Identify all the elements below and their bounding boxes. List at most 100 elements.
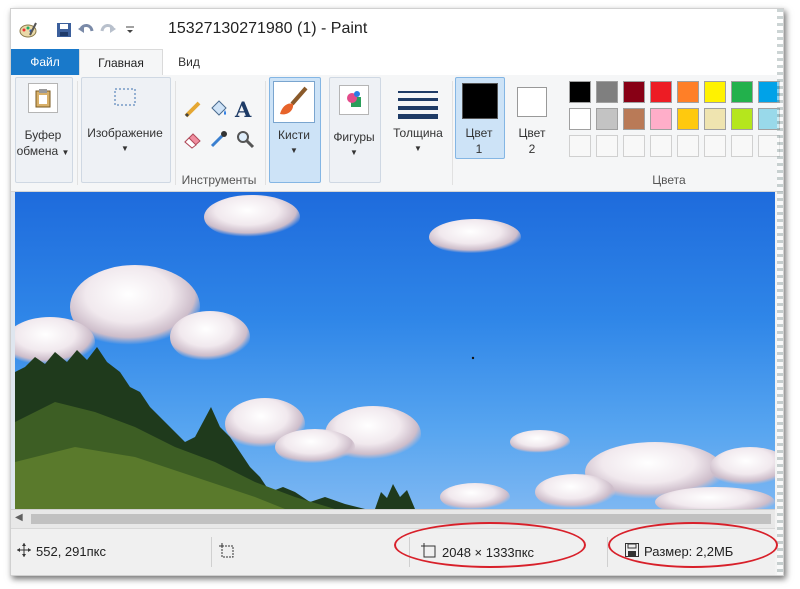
color2-label: Цвет 2 bbox=[509, 125, 555, 157]
quick-access-toolbar bbox=[17, 19, 141, 41]
size-button[interactable]: Толщина ▼ bbox=[385, 89, 451, 157]
canvas-image[interactable] bbox=[15, 192, 775, 509]
color2-label-2: 2 bbox=[528, 142, 536, 156]
tab-home[interactable]: Главная bbox=[79, 49, 163, 77]
selection-size-icon bbox=[219, 543, 235, 562]
color2-group: Цвет 2 bbox=[509, 75, 557, 191]
line-thickness-icon bbox=[398, 89, 438, 119]
landscape-image bbox=[15, 195, 775, 509]
color1-label-2: 1 bbox=[475, 142, 483, 156]
selection-size bbox=[219, 543, 235, 562]
group-divider bbox=[77, 81, 78, 185]
palette-color-swatch[interactable] bbox=[569, 81, 591, 103]
customize-toolbar-chevron-icon[interactable] bbox=[119, 19, 141, 41]
palette-custom-slot[interactable] bbox=[677, 135, 699, 157]
undo-icon[interactable] bbox=[75, 19, 97, 41]
palette-color-swatch[interactable] bbox=[596, 81, 618, 103]
pencil-icon[interactable] bbox=[183, 99, 205, 121]
color2-swatch[interactable] bbox=[517, 87, 547, 117]
image-label: Изображение bbox=[87, 126, 163, 140]
magnifier-icon[interactable] bbox=[235, 129, 257, 151]
palette-custom-slot[interactable] bbox=[623, 135, 645, 157]
palette-color-swatch[interactable] bbox=[758, 108, 780, 130]
cursor-position: 552, 291пкс bbox=[17, 543, 106, 560]
palette-color-swatch[interactable] bbox=[623, 108, 645, 130]
size-label: Толщина bbox=[393, 126, 443, 140]
color1-group: Цвет 1 bbox=[455, 75, 507, 191]
brush-icon bbox=[273, 81, 315, 123]
color1-label: Цвет 1 bbox=[455, 125, 503, 157]
scrollbar-thumb[interactable] bbox=[31, 514, 771, 524]
palette-color-swatch[interactable] bbox=[677, 81, 699, 103]
tab-file[interactable]: Файл bbox=[11, 49, 79, 75]
tools-group: A Инструменты bbox=[175, 75, 263, 191]
palette-color-swatch[interactable] bbox=[623, 81, 645, 103]
palette-custom-slot[interactable] bbox=[704, 135, 726, 157]
palette-custom-slot[interactable] bbox=[650, 135, 672, 157]
shapes-group: Фигуры ▼ bbox=[327, 75, 383, 191]
ribbon: Буфер обмена ▼ Изображение ▼ A Инструмен… bbox=[11, 75, 783, 192]
palette-color-swatch[interactable] bbox=[569, 108, 591, 130]
ribbon-tabs: Файл Главная Вид bbox=[11, 49, 783, 77]
text-tool-icon[interactable]: A bbox=[235, 97, 257, 122]
palette-color-swatch[interactable] bbox=[650, 108, 672, 130]
cursor-position-text: 552, 291пкс bbox=[36, 544, 106, 559]
size-group: Толщина ▼ bbox=[385, 75, 451, 191]
group-divider bbox=[452, 81, 453, 185]
palette-color-swatch[interactable] bbox=[704, 108, 726, 130]
clipboard-label-2: обмена ▼ bbox=[15, 143, 71, 161]
shapes-label: Фигуры bbox=[333, 130, 375, 144]
palette-color-swatch[interactable] bbox=[731, 108, 753, 130]
move-icon bbox=[17, 543, 31, 560]
paste-icon bbox=[28, 83, 58, 113]
chevron-down-icon: ▼ bbox=[414, 144, 422, 153]
palette-color-swatch[interactable] bbox=[704, 81, 726, 103]
eraser-icon[interactable] bbox=[183, 129, 205, 151]
chevron-down-icon: ▼ bbox=[61, 148, 70, 157]
clipboard-button-content: Буфер обмена ▼ bbox=[15, 83, 71, 161]
palette-color-swatch[interactable] bbox=[650, 81, 672, 103]
palette-custom-slot[interactable] bbox=[596, 135, 618, 157]
brushes-group: Кисти ▼ bbox=[267, 75, 323, 191]
scroll-left-icon[interactable]: ◀ bbox=[15, 512, 23, 523]
clipboard-group: Буфер обмена ▼ bbox=[13, 75, 75, 191]
palette-custom-slot[interactable] bbox=[731, 135, 753, 157]
color1-swatch bbox=[462, 83, 498, 119]
redo-icon[interactable] bbox=[97, 19, 119, 41]
palette-color-swatch[interactable] bbox=[731, 81, 753, 103]
paint-window: 15327130271980 (1) - Paint Файл Главная … bbox=[10, 8, 784, 576]
palette-color-swatch[interactable] bbox=[596, 108, 618, 130]
annotation-ring-image-size bbox=[394, 522, 586, 568]
group-divider bbox=[265, 81, 266, 185]
chevron-down-icon: ▼ bbox=[121, 144, 129, 153]
clipboard-label-2-text: обмена bbox=[16, 144, 59, 158]
window-title: 15327130271980 (1) - Paint bbox=[168, 20, 368, 37]
tools-group-label: Инструменты bbox=[181, 173, 257, 187]
canvas-area[interactable] bbox=[11, 192, 775, 509]
tab-view[interactable]: Вид bbox=[161, 49, 217, 75]
chevron-down-icon: ▼ bbox=[290, 146, 298, 155]
palette-color-swatch[interactable] bbox=[758, 81, 780, 103]
color1-label-1: Цвет bbox=[465, 126, 493, 140]
image-group: Изображение ▼ bbox=[79, 75, 173, 191]
save-icon[interactable] bbox=[53, 19, 75, 41]
colors-group: Цвета bbox=[559, 75, 780, 191]
status-divider bbox=[211, 537, 212, 567]
palette-custom-slot[interactable] bbox=[569, 135, 591, 157]
paint-app-icon[interactable] bbox=[17, 19, 39, 41]
brushes-label: Кисти bbox=[278, 128, 310, 142]
title-bar: 15327130271980 (1) - Paint bbox=[11, 9, 783, 49]
shapes-icon bbox=[339, 85, 369, 115]
fill-bucket-icon[interactable] bbox=[209, 99, 231, 121]
color-picker-icon[interactable] bbox=[209, 129, 231, 151]
image-button-content: Изображение ▼ bbox=[81, 83, 169, 157]
annotation-ring-file-size bbox=[608, 522, 778, 568]
palette-color-swatch[interactable] bbox=[677, 108, 699, 130]
select-icon bbox=[110, 83, 140, 111]
brushes-button-content: Кисти ▼ bbox=[269, 81, 319, 159]
palette-custom-slot[interactable] bbox=[758, 135, 780, 157]
shapes-button-content: Фигуры ▼ bbox=[329, 85, 379, 161]
colors-group-label: Цвета bbox=[652, 173, 686, 187]
clipboard-label-1: Буфер bbox=[24, 128, 62, 142]
chevron-down-icon: ▼ bbox=[350, 148, 358, 157]
